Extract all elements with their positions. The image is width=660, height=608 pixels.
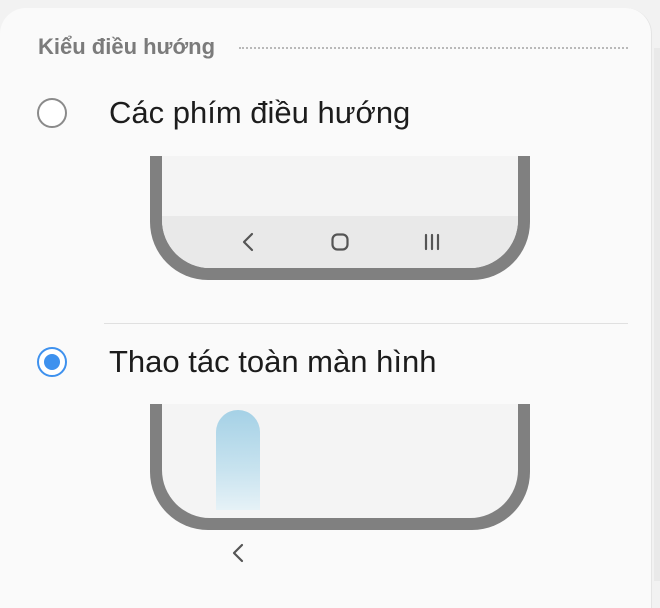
navigation-settings-card: Kiểu điều hướng Các phím điều hướng Thao… (0, 8, 652, 608)
option-full-screen-gestures[interactable]: Thao tác toàn màn hình (37, 342, 597, 382)
back-icon (233, 227, 263, 257)
preview-navigation-buttons[interactable] (150, 156, 530, 280)
radio-navigation-buttons[interactable] (37, 98, 67, 128)
radio-full-screen-gestures[interactable] (37, 347, 67, 377)
preview-full-screen-gestures[interactable] (150, 404, 530, 530)
section-divider-dotted (239, 47, 628, 49)
recents-icon (417, 227, 447, 257)
option-label-navigation-buttons: Các phím điều hướng (109, 95, 411, 130)
section-title: Kiểu điều hướng (38, 34, 216, 59)
option-label-full-screen-gestures: Thao tác toàn màn hình (109, 344, 437, 379)
gesture-swipe-pill (216, 410, 260, 510)
back-icon (225, 540, 251, 566)
scroll-edge (654, 48, 660, 581)
preview-screen-gestures (162, 404, 518, 518)
section-header: Kiểu điều hướng (38, 32, 628, 62)
radio-selected-dot (44, 354, 60, 370)
preview-screen (162, 156, 518, 268)
option-divider (104, 323, 628, 324)
option-navigation-buttons[interactable]: Các phím điều hướng (37, 93, 597, 133)
preview-navbar (162, 216, 518, 268)
home-icon (325, 227, 355, 257)
